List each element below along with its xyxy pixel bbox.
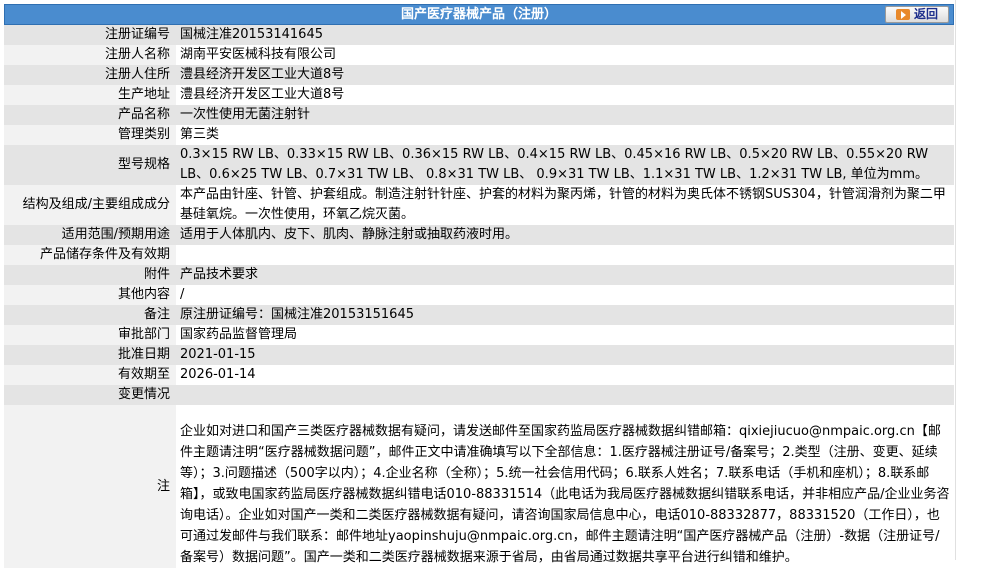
table-row: 变更情况 <box>4 385 954 405</box>
table-row: 附件 产品技术要求 <box>4 265 954 285</box>
row-value: 国械注准20153141645 <box>176 25 954 45</box>
title-bar: 国产医疗器械产品（注册） 返回 <box>4 4 954 25</box>
row-value: 国家药品监督管理局 <box>176 325 954 345</box>
table-row: 产品储存条件及有效期 <box>4 245 954 265</box>
table-row: 管理类别 第三类 <box>4 125 954 145</box>
row-label: 附件 <box>4 265 176 285</box>
table-row: 结构及组成/主要组成成分 本产品由针座、针管、护套组成。制造注射针针座、护套的材料… <box>4 185 954 225</box>
table-row-note: 注 企业如对进口和国产三类医疗器械数据有疑问，请发送邮件至国家药监局医疗器械数据… <box>4 405 954 568</box>
row-label: 备注 <box>4 305 176 325</box>
table-row: 注册人名称 湖南平安医械科技有限公司 <box>4 45 954 65</box>
row-value: 2021-01-15 <box>176 345 954 365</box>
row-value <box>176 245 954 265</box>
row-label: 结构及组成/主要组成成分 <box>4 185 176 225</box>
detail-table: 注册证编号 国械注准20153141645 注册人名称 湖南平安医械科技有限公司 注册人… <box>4 25 954 568</box>
back-button-label: 返回 <box>913 7 938 21</box>
row-label: 注册人名称 <box>4 45 176 65</box>
table-row: 注册证编号 国械注准20153141645 <box>4 25 954 45</box>
row-value: / <box>176 285 954 305</box>
table-row: 其他内容 / <box>4 285 954 305</box>
row-value: 2026-01-14 <box>176 365 954 385</box>
row-label: 注 <box>4 405 176 568</box>
table-row: 有效期至 2026-01-14 <box>4 365 954 385</box>
row-value: 0.3×15 RW LB、0.33×15 RW LB、0.36×15 RW LB… <box>176 145 954 185</box>
row-label: 有效期至 <box>4 365 176 385</box>
row-value: 澧县经济开发区工业大道8号 <box>176 65 954 85</box>
row-label: 管理类别 <box>4 125 176 145</box>
row-value: 适用于人体肌内、皮下、肌肉、静脉注射或抽取药液时用。 <box>176 225 954 245</box>
row-label: 产品储存条件及有效期 <box>4 245 176 265</box>
row-label: 批准日期 <box>4 345 176 365</box>
row-label: 其他内容 <box>4 285 176 305</box>
back-button[interactable]: 返回 <box>885 6 949 23</box>
row-label: 型号规格 <box>4 145 176 185</box>
arrow-right-icon <box>895 9 910 20</box>
row-label: 生产地址 <box>4 85 176 105</box>
table-row: 产品名称 一次性使用无菌注射针 <box>4 105 954 125</box>
table-row: 生产地址 澧县经济开发区工业大道8号 <box>4 85 954 105</box>
table-row: 适用范围/预期用途 适用于人体肌内、皮下、肌肉、静脉注射或抽取药液时用。 <box>4 225 954 245</box>
row-value: 原注册证编号：国械注准20153151645 <box>176 305 954 325</box>
row-label: 适用范围/预期用途 <box>4 225 176 245</box>
detail-panel: 国产医疗器械产品（注册） 返回 注册证编号 国械注准20153141645 注册人名… <box>4 4 954 568</box>
row-value <box>176 385 954 405</box>
note-text: 企业如对进口和国产三类医疗器械数据有疑问，请发送邮件至国家药监局医疗器械数据纠错… <box>176 405 954 568</box>
row-label: 变更情况 <box>4 385 176 405</box>
table-row: 审批部门 国家药品监督管理局 <box>4 325 954 345</box>
row-label: 审批部门 <box>4 325 176 345</box>
vertical-scrollbar[interactable] <box>955 0 988 560</box>
row-value: 一次性使用无菌注射针 <box>176 105 954 125</box>
table-row: 型号规格 0.3×15 RW LB、0.33×15 RW LB、0.36×15 R… <box>4 145 954 185</box>
table-row: 批准日期 2021-01-15 <box>4 345 954 365</box>
row-value: 湖南平安医械科技有限公司 <box>176 45 954 65</box>
table-row: 备注 原注册证编号：国械注准20153151645 <box>4 305 954 325</box>
row-value: 澧县经济开发区工业大道8号 <box>176 85 954 105</box>
row-label: 产品名称 <box>4 105 176 125</box>
row-label: 注册人住所 <box>4 65 176 85</box>
page-title: 国产医疗器械产品（注册） <box>400 7 557 22</box>
table-row: 注册人住所 澧县经济开发区工业大道8号 <box>4 65 954 85</box>
row-label: 注册证编号 <box>4 25 176 45</box>
row-value: 第三类 <box>176 125 954 145</box>
row-value: 产品技术要求 <box>176 265 954 285</box>
row-value: 本产品由针座、针管、护套组成。制造注射针针座、护套的材料为聚丙烯，针管的材料为奥… <box>176 185 954 225</box>
